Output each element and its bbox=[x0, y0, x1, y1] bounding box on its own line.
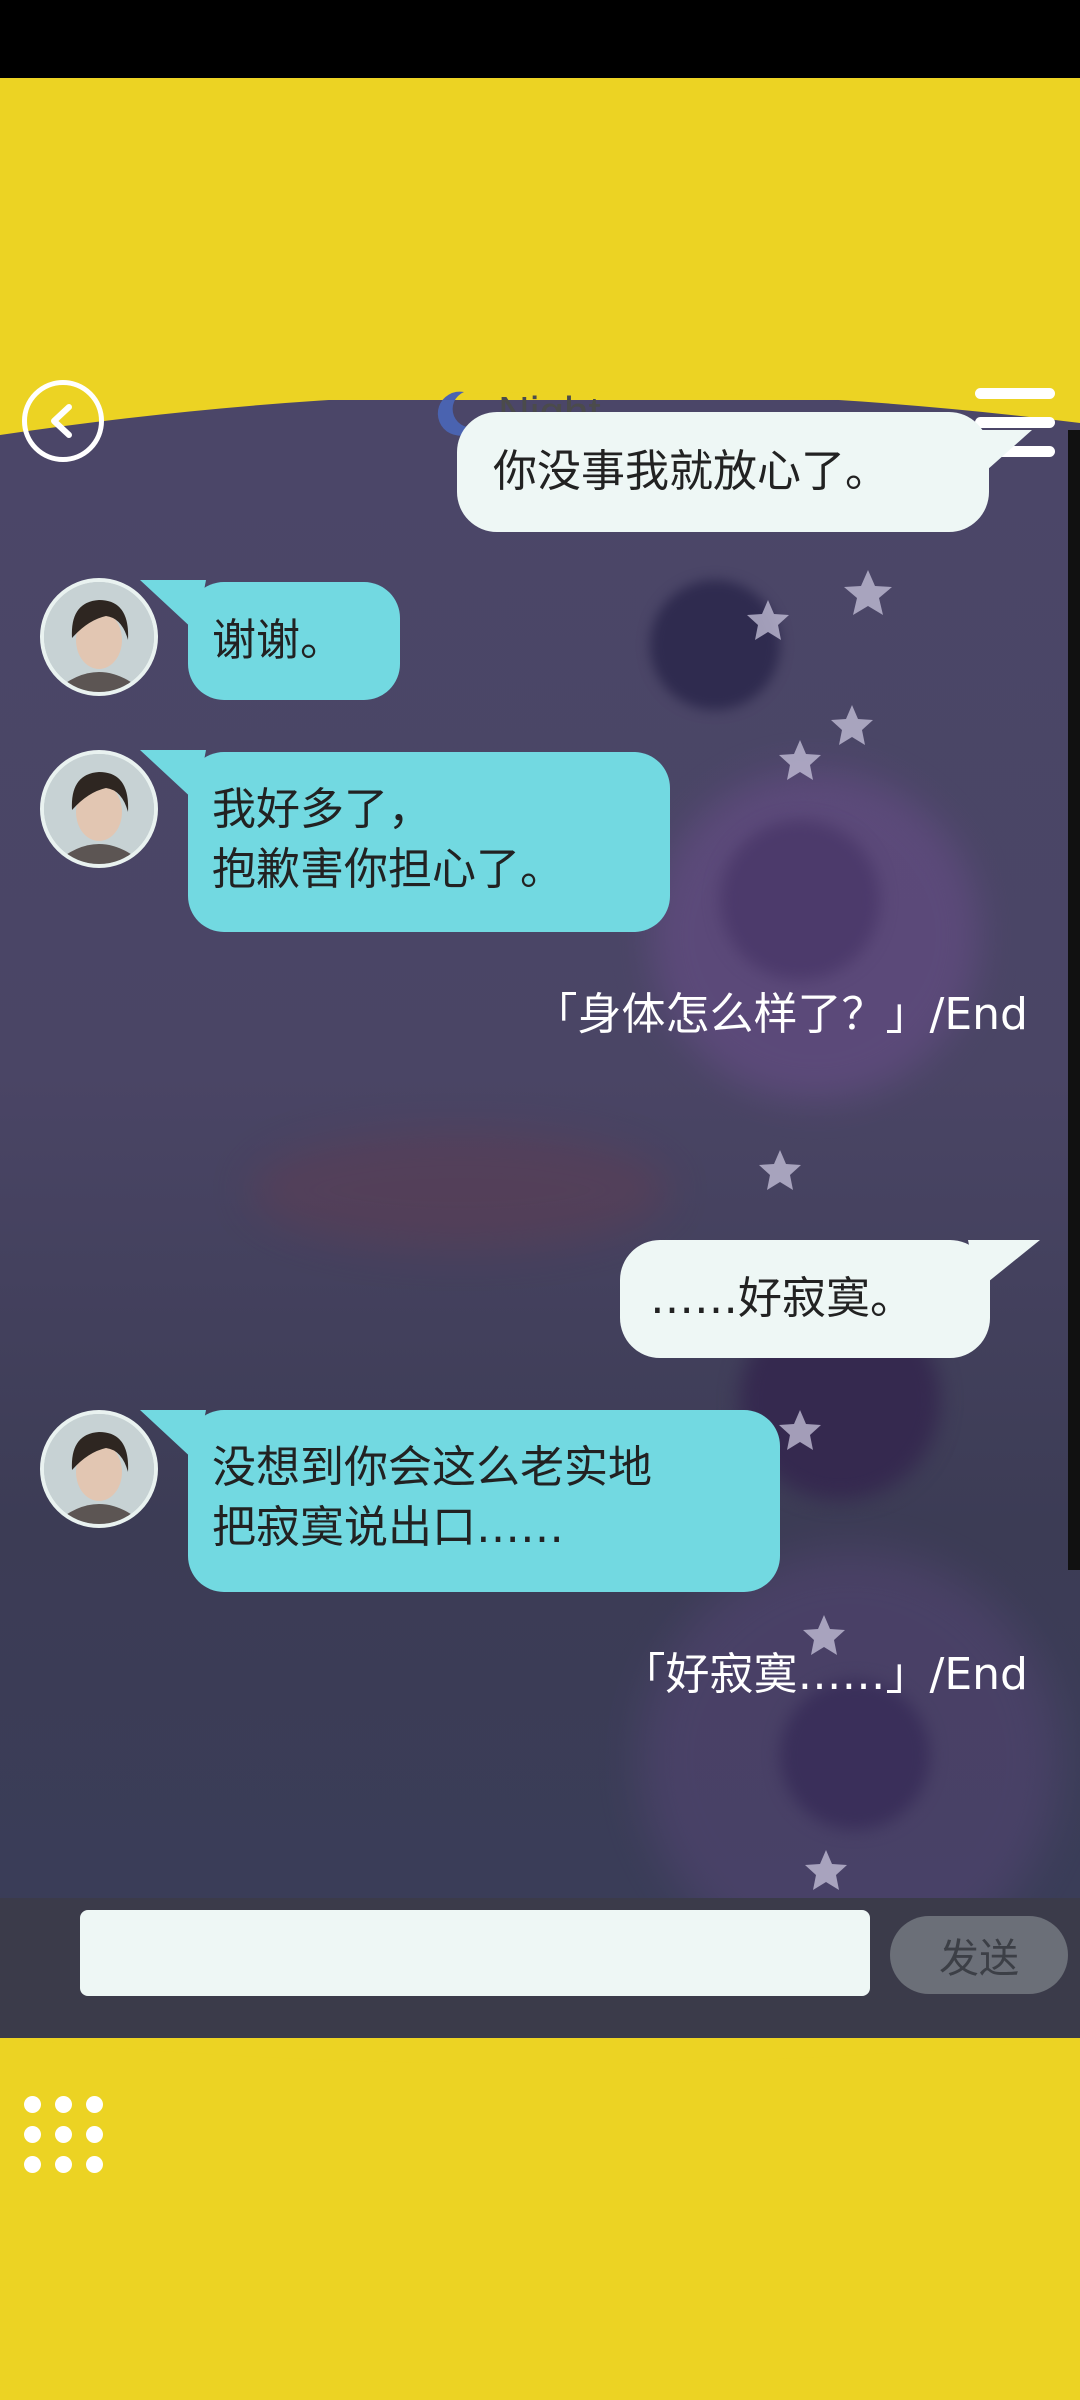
message-bubble-sent: ……好寂寞。 bbox=[620, 1240, 990, 1358]
choice-option[interactable]: 「身体怎么样了？」/End bbox=[534, 978, 1028, 1042]
message-text: ……好寂寞。 bbox=[650, 1273, 914, 1324]
bubble-tail bbox=[140, 1410, 206, 1462]
message-text: 我好多了， bbox=[212, 784, 432, 835]
message-bubble-received: 没想到你会这么老实地 把寂寞说出口…… bbox=[188, 1410, 780, 1592]
message-bubble-received: 我好多了， 抱歉害你担心了。 bbox=[188, 752, 670, 932]
message-input[interactable] bbox=[80, 1910, 870, 1996]
choice-option[interactable]: 「好寂寞……」/End bbox=[622, 1638, 1028, 1702]
menu-icon bbox=[975, 388, 1055, 399]
message-text: 抱歉害你担心了。 bbox=[212, 844, 564, 895]
message-text: 把寂寞说出口…… bbox=[212, 1502, 564, 1553]
chat-edge bbox=[1068, 430, 1080, 1570]
bubble-tail bbox=[140, 750, 206, 802]
grid-dots-icon bbox=[24, 2096, 41, 2113]
message-text: 没想到你会这么老实地 bbox=[212, 1442, 652, 1493]
status-bar bbox=[0, 0, 1080, 78]
message-bubble-sent: 你没事我就放心了。 bbox=[457, 412, 989, 532]
bubble-tail bbox=[140, 580, 206, 632]
bubble-tail bbox=[968, 430, 1032, 478]
message-text: 谢谢。 bbox=[212, 615, 344, 666]
bubble-tail bbox=[968, 1240, 1040, 1290]
message-text: 你没事我就放心了。 bbox=[493, 446, 889, 497]
footer-curve bbox=[0, 2038, 1080, 2090]
header: Night bbox=[0, 78, 1080, 462]
message-bubble-received: 谢谢。 bbox=[188, 582, 400, 700]
back-button[interactable] bbox=[22, 380, 104, 462]
send-button[interactable]: 发送 bbox=[890, 1916, 1068, 1994]
apps-grid-button[interactable] bbox=[24, 2096, 106, 2176]
back-chevron-icon bbox=[51, 404, 72, 438]
